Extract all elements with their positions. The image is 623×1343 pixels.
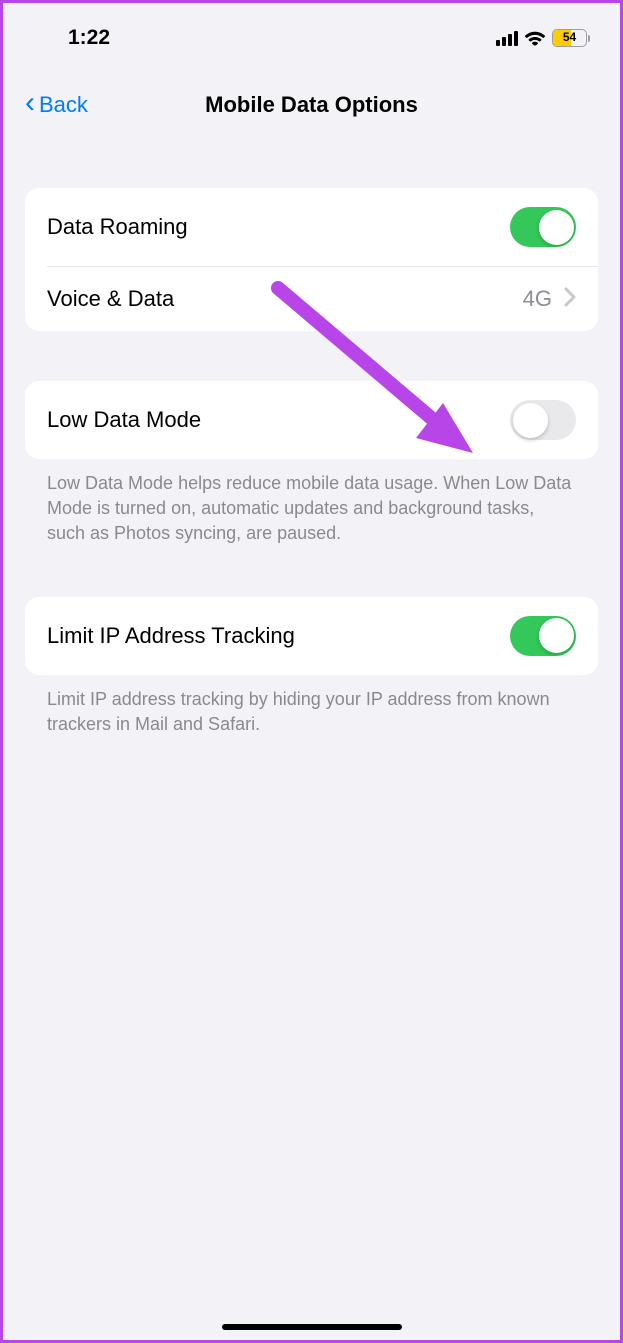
- row-limit-ip-tracking[interactable]: Limit IP Address Tracking: [25, 597, 598, 675]
- battery-icon: 54: [552, 29, 590, 47]
- low-data-mode-toggle[interactable]: [510, 400, 576, 440]
- wifi-icon: [524, 30, 546, 46]
- row-low-data-mode[interactable]: Low Data Mode: [25, 381, 598, 459]
- section-low-data: Low Data Mode: [25, 381, 598, 459]
- low-data-mode-label: Low Data Mode: [47, 407, 201, 433]
- data-roaming-toggle[interactable]: [510, 207, 576, 247]
- voice-data-label: Voice & Data: [47, 286, 174, 312]
- page-title: Mobile Data Options: [3, 92, 620, 118]
- status-time: 1:22: [68, 26, 110, 50]
- row-data-roaming[interactable]: Data Roaming: [25, 188, 598, 266]
- limit-ip-footer: Limit IP address tracking by hiding your…: [25, 675, 598, 737]
- low-data-footer: Low Data Mode helps reduce mobile data u…: [25, 459, 598, 547]
- status-bar: 1:22 54: [3, 3, 620, 61]
- row-voice-and-data[interactable]: Voice & Data 4G: [47, 266, 598, 331]
- battery-percent: 54: [553, 30, 586, 45]
- section-limit-ip: Limit IP Address Tracking: [25, 597, 598, 675]
- voice-data-value: 4G: [523, 286, 552, 312]
- status-icons: 54: [496, 29, 590, 47]
- cellular-signal-icon: [496, 31, 518, 46]
- chevron-left-icon: ‹: [25, 88, 35, 118]
- back-button[interactable]: ‹ Back: [25, 91, 88, 118]
- home-indicator[interactable]: [222, 1324, 402, 1330]
- limit-ip-toggle[interactable]: [510, 616, 576, 656]
- chevron-right-icon: [564, 287, 576, 312]
- section-connectivity: Data Roaming Voice & Data 4G: [25, 188, 598, 331]
- back-label: Back: [39, 92, 88, 118]
- limit-ip-label: Limit IP Address Tracking: [47, 623, 295, 649]
- navigation-bar: ‹ Back Mobile Data Options: [3, 61, 620, 136]
- data-roaming-label: Data Roaming: [47, 214, 188, 240]
